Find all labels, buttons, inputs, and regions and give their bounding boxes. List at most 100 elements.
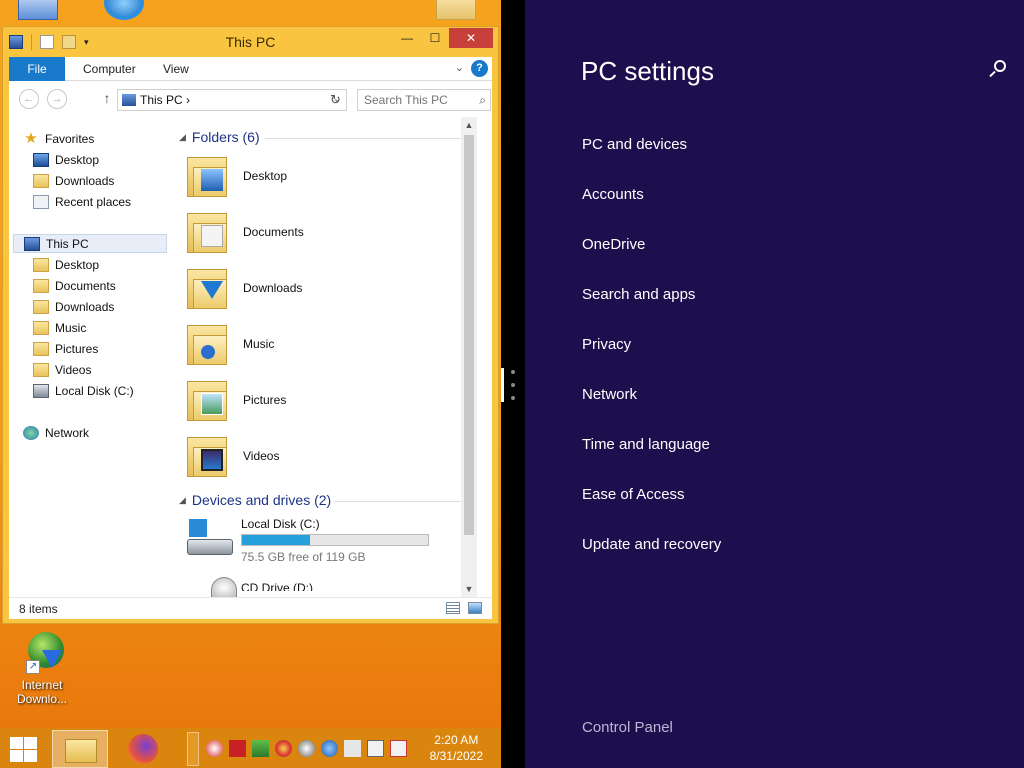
forward-button[interactable]: →: [47, 89, 67, 109]
nav-this-pc[interactable]: This PC: [13, 234, 167, 253]
folder-icon: [33, 362, 49, 377]
tab-computer[interactable]: Computer: [69, 57, 150, 81]
nav-this-pc-music[interactable]: Music: [33, 318, 191, 337]
folder-tile-pictures[interactable]: Pictures: [187, 377, 467, 429]
settings-item-ease-of-access[interactable]: Ease of Access: [582, 486, 685, 503]
nav-this-pc-pictures[interactable]: Pictures: [33, 339, 191, 358]
tray-antivirus-icon[interactable]: [229, 740, 246, 757]
address-field[interactable]: This PC › ⌄: [117, 89, 347, 111]
large-icons-view-icon[interactable]: [468, 602, 482, 614]
videos-folder-icon: [187, 433, 229, 479]
drive-name[interactable]: CD Drive (D:): [241, 581, 313, 591]
taskbar-clock[interactable]: 2:20 AM 8/31/2022: [430, 732, 483, 764]
folder-tile-music[interactable]: Music: [187, 321, 467, 373]
nav-label: Pictures: [55, 341, 99, 356]
settings-item-network[interactable]: Network: [582, 386, 637, 403]
nav-this-pc-local-disk[interactable]: Local Disk (C:): [33, 381, 191, 400]
nav-this-pc-videos[interactable]: Videos: [33, 360, 191, 379]
collapse-triangle-icon[interactable]: ◢: [179, 495, 186, 506]
search-box[interactable]: ⌕: [357, 89, 491, 111]
this-pc-icon: [122, 94, 136, 106]
settings-item-search-and-apps[interactable]: Search and apps: [582, 286, 695, 303]
desktop-shortcut-idm[interactable]: ↗ Internet Downlo...: [10, 632, 74, 706]
settings-item-onedrive[interactable]: OneDrive: [582, 236, 645, 253]
cd-drive-icon[interactable]: [211, 577, 237, 597]
nav-label: This PC: [46, 236, 89, 251]
settings-item-pc-and-devices[interactable]: PC and devices: [582, 136, 687, 153]
taskbar-firefox-icon[interactable]: [128, 734, 158, 764]
pc-settings-pane: PC settings PC and devices Accounts OneD…: [525, 0, 1024, 768]
network-icon: [23, 425, 39, 440]
tray-app-icon[interactable]: [206, 740, 223, 757]
drive-usage-bar: [241, 534, 429, 546]
tab-file[interactable]: File: [9, 57, 65, 81]
snap-splitter[interactable]: [501, 0, 525, 768]
nav-this-pc-downloads[interactable]: Downloads: [33, 297, 191, 316]
tray-tool-icon[interactable]: [298, 740, 315, 757]
desktop: ↗ Internet Downlo... ▾ This PC — ☐ ✕ Fil…: [0, 0, 501, 728]
details-view-icon[interactable]: [446, 602, 460, 614]
maximize-button[interactable]: ☐: [421, 28, 449, 48]
folder-tile-documents[interactable]: Documents: [187, 209, 467, 261]
control-panel-link[interactable]: Control Panel: [582, 719, 673, 736]
tray-network-icon[interactable]: [321, 740, 338, 757]
start-button[interactable]: [8, 736, 38, 762]
minimize-button[interactable]: —: [393, 28, 421, 48]
desktop-shortcut-label: Internet Downlo...: [16, 678, 68, 706]
devices-group-header[interactable]: ◢ Devices and drives (2): [179, 492, 465, 508]
folder-icon: [33, 341, 49, 356]
scroll-up-icon[interactable]: ▲: [461, 117, 477, 133]
tray-download-icon[interactable]: [252, 740, 269, 757]
nav-favorites[interactable]: ★ Favorites: [23, 129, 181, 148]
scroll-down-icon[interactable]: ▼: [461, 581, 477, 597]
settings-item-privacy[interactable]: Privacy: [582, 336, 631, 353]
folder-name: Desktop: [243, 169, 288, 183]
expand-ribbon-chevron-icon[interactable]: ⌄: [455, 61, 464, 74]
network-status-icon[interactable]: [367, 740, 384, 757]
nav-this-pc-documents[interactable]: Documents: [33, 276, 191, 295]
clock-time: 2:20 AM: [434, 733, 479, 747]
nav-network[interactable]: Network: [23, 423, 181, 442]
settings-item-time-and-language[interactable]: Time and language: [582, 436, 710, 453]
search-input[interactable]: [358, 90, 468, 110]
search-icon[interactable]: ⌕: [479, 93, 486, 108]
nav-this-pc-desktop[interactable]: Desktop: [33, 255, 191, 274]
up-button[interactable]: ↑: [97, 89, 117, 109]
taskbar-toolbar-handle[interactable]: [187, 732, 199, 766]
refresh-button[interactable]: ↻: [325, 89, 347, 111]
scroll-thumb[interactable]: [464, 135, 474, 535]
collapse-triangle-icon[interactable]: ◢: [179, 132, 186, 143]
desktop-pc-icon[interactable]: [18, 0, 58, 20]
desktop-icon: [33, 152, 49, 167]
nav-favorites-recent-places[interactable]: Recent places: [33, 192, 191, 211]
folder-tile-desktop[interactable]: Desktop: [187, 153, 467, 205]
title-bar[interactable]: ▾ This PC — ☐ ✕: [3, 27, 498, 57]
close-button[interactable]: ✕: [449, 28, 493, 48]
desktop-folder-icon[interactable]: [436, 0, 476, 20]
taskbar-file-explorer[interactable]: [52, 730, 108, 768]
folder-tile-videos[interactable]: Videos: [187, 433, 467, 485]
help-icon[interactable]: ?: [471, 60, 488, 77]
breadcrumb[interactable]: This PC ›: [140, 93, 190, 107]
tab-view[interactable]: View: [149, 57, 203, 81]
drive-name: Local Disk (C:): [241, 517, 320, 531]
folder-tile-downloads[interactable]: Downloads: [187, 265, 467, 317]
settings-item-update-and-recovery[interactable]: Update and recovery: [582, 536, 721, 553]
desktop-browser-icon[interactable]: [104, 0, 144, 20]
nav-favorites-downloads[interactable]: Downloads: [33, 171, 191, 190]
settings-item-accounts[interactable]: Accounts: [582, 186, 644, 203]
folder-icon: [33, 278, 49, 293]
group-title: Devices and drives (2): [191, 492, 332, 508]
music-folder-icon: [187, 321, 229, 367]
drive-tile-local-disk[interactable]: Local Disk (C:) 75.5 GB free of 119 GB: [187, 515, 477, 571]
action-center-flag-icon[interactable]: [390, 740, 407, 757]
tray-chrome-icon[interactable]: [275, 740, 292, 757]
folders-group-header[interactable]: ◢ Folders (6): [179, 129, 465, 145]
vertical-scrollbar[interactable]: ▲ ▼: [461, 117, 477, 597]
back-button[interactable]: ←: [19, 89, 39, 109]
recent-places-icon: [33, 194, 49, 209]
splitter-grip-icon[interactable]: [510, 370, 516, 400]
search-icon[interactable]: [988, 60, 1006, 78]
nav-favorites-desktop[interactable]: Desktop: [33, 150, 191, 169]
volume-muted-icon[interactable]: [344, 740, 361, 757]
